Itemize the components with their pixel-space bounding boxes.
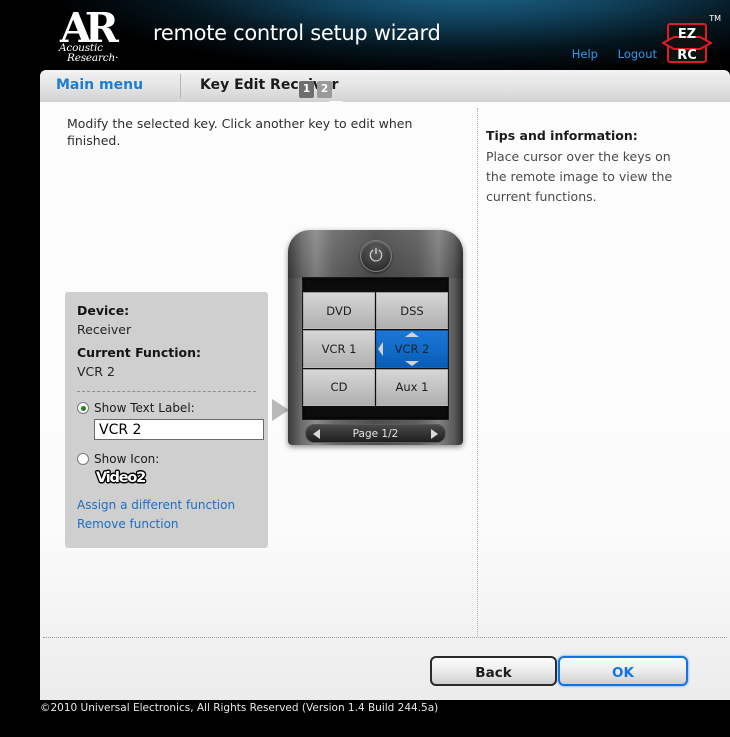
show-text-label-text: Show Text Label: xyxy=(94,401,195,415)
logo-research-text: Research· xyxy=(67,52,119,64)
back-button[interactable]: Back xyxy=(430,656,557,686)
remote-key-label: CD xyxy=(330,380,348,395)
svg-text:EZ: EZ xyxy=(678,27,696,42)
key-text-label-input[interactable] xyxy=(94,419,264,440)
tab-bar: Main menu Key Edit Receiver xyxy=(40,70,730,103)
remote-key-vcr2-selected[interactable]: VCR 2 xyxy=(376,330,448,368)
remote-key-dss[interactable]: DSS xyxy=(376,292,448,330)
remote-key-grid: DVD DSS VCR 1 VCR 2 CD Aux 1 xyxy=(303,292,448,406)
copyright-text: ©2010 Universal Electronics, All Rights … xyxy=(40,702,439,714)
instruction-text: Modify the selected key. Click another k… xyxy=(67,116,413,148)
remote-key-label: DSS xyxy=(400,303,424,318)
power-icon: ⏻ xyxy=(369,246,383,266)
header-links: Help Logout xyxy=(556,47,657,61)
footer-divider xyxy=(43,637,727,638)
tab-separator xyxy=(180,74,181,98)
application-window: AR Acoustic Research· remote control set… xyxy=(0,0,730,737)
remote-key-aux1[interactable]: Aux 1 xyxy=(376,368,448,406)
help-link[interactable]: Help xyxy=(572,47,598,61)
assign-different-function-link[interactable]: Assign a different function xyxy=(77,496,256,515)
current-function-label: Current Function: xyxy=(77,345,201,360)
remote-image: ⏻ DVD DSS VCR 1 VCR 2 CD Aux 1 Page 1/2 xyxy=(288,230,463,445)
remote-key-label: VCR 1 xyxy=(321,341,357,356)
remote-key-label: DVD xyxy=(326,303,352,318)
move-left-arrow-icon[interactable] xyxy=(378,341,383,356)
show-text-label-radio[interactable] xyxy=(77,402,89,414)
page-content: Modify the selected key. Click another k… xyxy=(40,102,730,700)
tips-title: Tips and information: xyxy=(486,128,638,143)
content-divider xyxy=(477,108,478,636)
panel-pointer-icon xyxy=(272,399,289,421)
remove-function-link[interactable]: Remove function xyxy=(77,515,256,534)
tips-panel: Tips and information: Place cursor over … xyxy=(486,126,686,207)
remote-screen: DVD DSS VCR 1 VCR 2 CD Aux 1 xyxy=(302,277,449,420)
tab-main-menu[interactable]: Main menu xyxy=(56,77,143,93)
tips-body: Place cursor over the keys on the remote… xyxy=(486,149,673,204)
step-badge-2[interactable]: 2 xyxy=(317,81,332,98)
power-button[interactable]: ⏻ xyxy=(360,240,392,272)
logout-link[interactable]: Logout xyxy=(618,47,657,61)
device-label: Device: xyxy=(77,303,130,318)
remote-page-navigation: Page 1/2 xyxy=(305,424,446,443)
previous-page-arrow-icon[interactable] xyxy=(313,428,320,439)
show-icon-option[interactable]: Show Icon: xyxy=(77,452,256,466)
icon-preview-video2[interactable]: Video2 xyxy=(96,470,256,486)
acoustic-research-logo: AR Acoustic Research· xyxy=(58,4,138,64)
step-indicator: 1 2 xyxy=(299,81,332,98)
show-icon-radio[interactable] xyxy=(77,453,89,465)
device-value: Receiver xyxy=(77,322,132,337)
current-function-value: VCR 2 xyxy=(77,364,115,379)
show-icon-text: Show Icon: xyxy=(94,452,160,466)
remote-key-label: VCR 2 xyxy=(394,341,430,356)
remote-key-vcr1[interactable]: VCR 1 xyxy=(303,330,375,368)
app-header: AR Acoustic Research· remote control set… xyxy=(40,0,730,70)
ok-button[interactable]: OK xyxy=(558,656,688,686)
key-options-panel: Device: Receiver Current Function: VCR 2… xyxy=(65,292,268,548)
next-page-arrow-icon[interactable] xyxy=(431,428,438,439)
step-badge-1[interactable]: 1 xyxy=(299,81,314,98)
page-indicator-label: Page 1/2 xyxy=(352,427,399,440)
remote-key-cd[interactable]: CD xyxy=(303,368,375,406)
page-title: remote control setup wizard xyxy=(153,21,441,45)
panel-divider xyxy=(77,391,256,392)
move-up-arrow-icon[interactable] xyxy=(405,332,419,338)
ezrc-logo-icon: EZ RC xyxy=(662,23,712,63)
remote-key-label: Aux 1 xyxy=(395,380,429,395)
svg-text:RC: RC xyxy=(677,48,697,63)
move-down-arrow-icon[interactable] xyxy=(405,360,419,366)
remote-key-dvd[interactable]: DVD xyxy=(303,292,375,330)
show-text-label-option[interactable]: Show Text Label: xyxy=(77,401,256,415)
